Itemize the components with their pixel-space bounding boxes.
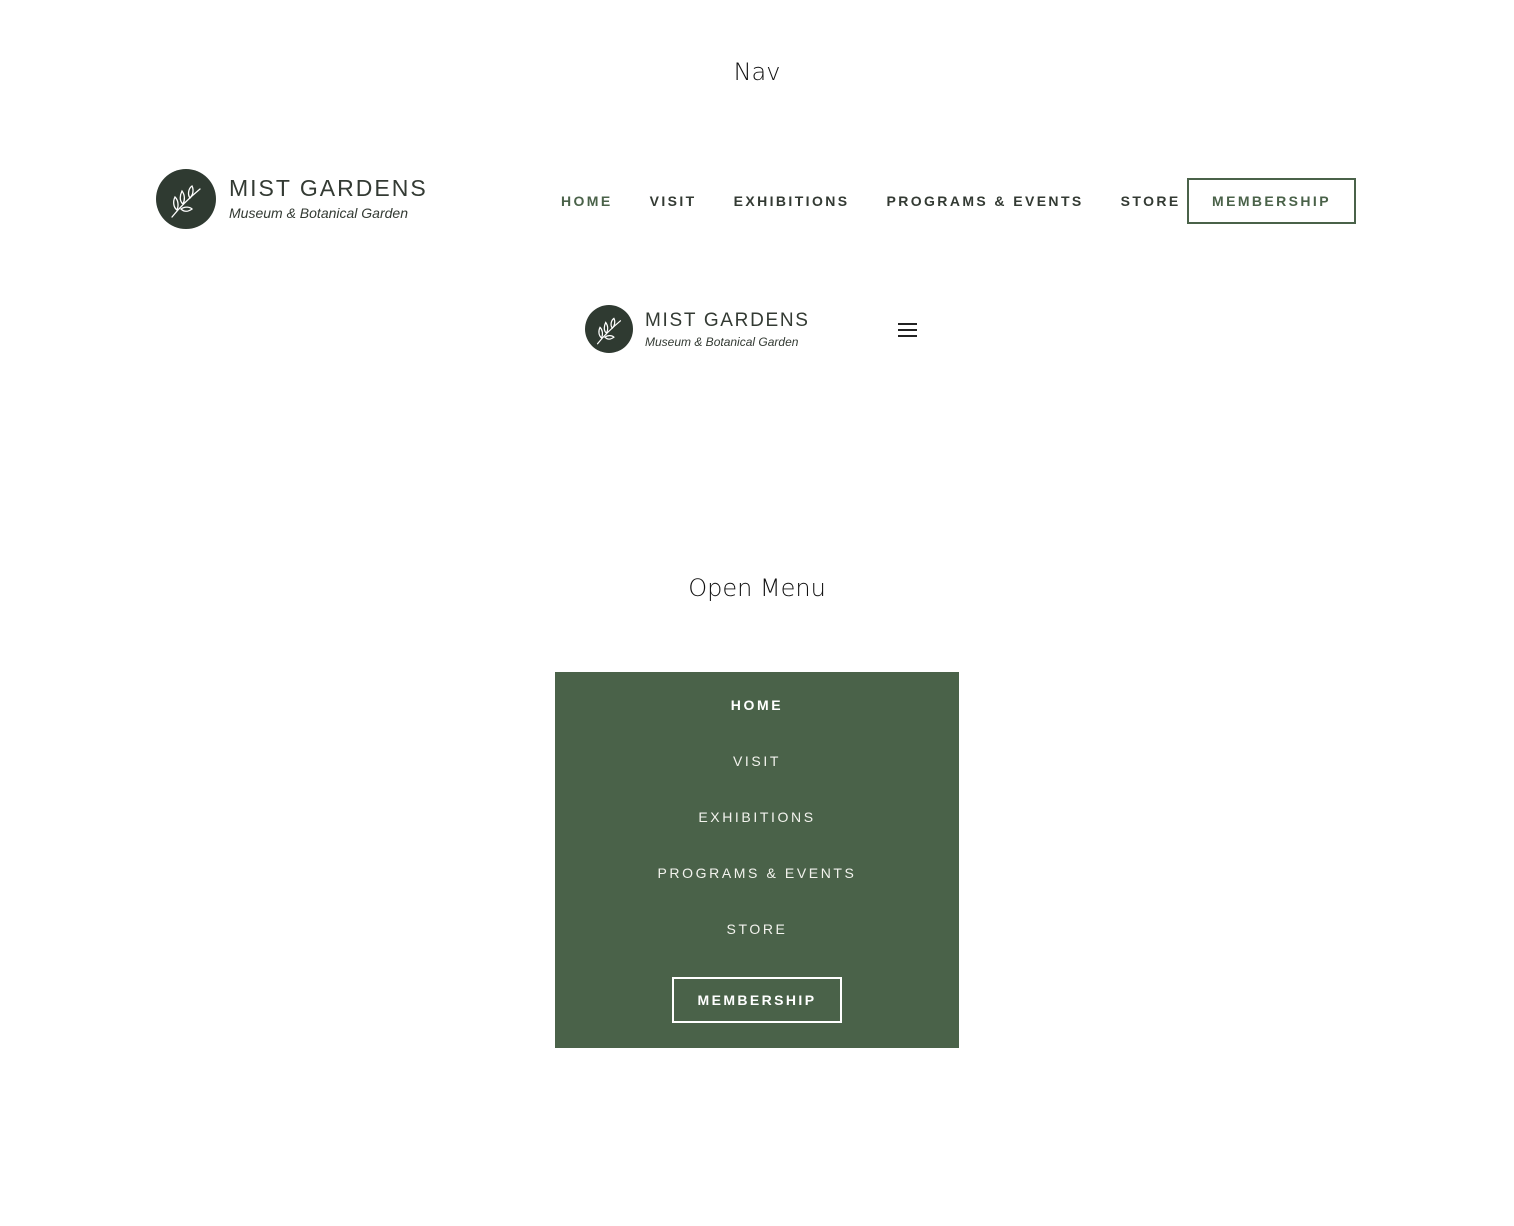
menu-item-store[interactable]: STORE [555, 921, 959, 937]
brand-home-link[interactable]: MIST GARDENS Museum & Botanical Garden [156, 168, 426, 230]
primary-nav: HOME VISIT EXHIBITIONS PROGRAMS & EVENTS… [561, 178, 1218, 224]
leaf-branch-icon [156, 169, 216, 229]
mobile-brand-home-link[interactable]: MIST GARDENS Museum & Botanical Garden [585, 304, 808, 356]
nav-item-exhibitions[interactable]: EXHIBITIONS [734, 193, 850, 209]
menu-item-home[interactable]: HOME [555, 697, 959, 713]
nav-item-home[interactable]: HOME [561, 193, 613, 209]
nav-item-visit[interactable]: VISIT [650, 193, 697, 209]
section-title-open-menu: Open Menu [688, 574, 826, 602]
mobile-brand-tagline: Museum & Botanical Garden [645, 335, 799, 349]
brand-tagline: Museum & Botanical Garden [229, 205, 408, 221]
hamburger-line [898, 329, 917, 331]
desktop-header: MIST GARDENS Museum & Botanical Garden H… [156, 168, 1356, 230]
hamburger-line [898, 323, 917, 325]
menu-item-programs-events[interactable]: PROGRAMS & EVENTS [555, 865, 959, 881]
menu-item-visit[interactable]: VISIT [555, 753, 959, 769]
membership-button[interactable]: MEMBERSHIP [1187, 178, 1356, 224]
menu-item-exhibitions[interactable]: EXHIBITIONS [555, 809, 959, 825]
leaf-branch-icon [585, 305, 633, 353]
section-title-nav: Nav [733, 58, 781, 86]
mobile-menu-panel: HOME VISIT EXHIBITIONS PROGRAMS & EVENTS… [555, 672, 959, 1048]
mobile-header: MIST GARDENS Museum & Botanical Garden [585, 304, 930, 356]
menu-membership-button[interactable]: MEMBERSHIP [672, 977, 842, 1023]
hamburger-menu-icon[interactable] [897, 321, 919, 339]
nav-item-programs-events[interactable]: PROGRAMS & EVENTS [886, 193, 1083, 209]
hamburger-line [898, 335, 917, 337]
mobile-brand-name: MIST GARDENS [645, 310, 810, 331]
nav-item-store[interactable]: STORE [1121, 193, 1181, 209]
brand-name: MIST GARDENS [229, 175, 428, 201]
